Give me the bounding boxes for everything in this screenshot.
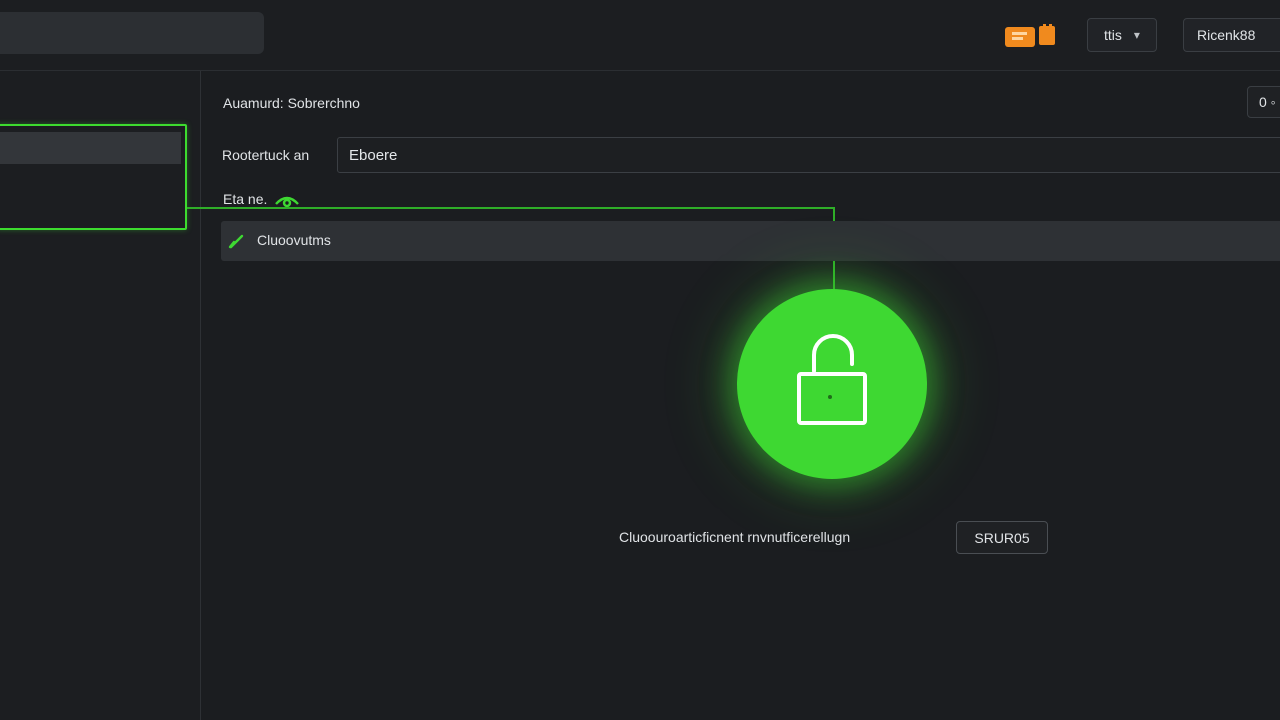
connector-line-horizontal: [187, 207, 835, 209]
account-label: Ricenk88: [1197, 27, 1256, 43]
top-bar: ttis ▾ Ricenk88: [0, 0, 1280, 71]
field-label: Rootertuck an: [222, 147, 310, 163]
account-button[interactable]: Ricenk88: [1183, 18, 1280, 52]
status-label: Eta ne.: [223, 191, 268, 207]
language-selector[interactable]: ttis ▾: [1087, 18, 1157, 52]
app-window: ttis ▾ Ricenk88 Auamurd: Sobrerchno 0 ◦ …: [0, 0, 1280, 720]
text-field[interactable]: [337, 137, 1280, 173]
top-search-bar[interactable]: [0, 12, 264, 54]
page-heading: Auamurd: Sobrerchno: [223, 95, 360, 111]
status-row-text: Cluoovutms: [257, 232, 331, 248]
status-row[interactable]: Cluoovutms: [221, 221, 1280, 261]
orange-app-icon[interactable]: [1005, 24, 1057, 48]
unlock-icon: [797, 334, 867, 425]
language-label: ttis: [1104, 27, 1122, 43]
status-message: Cluoouroarticficnent rnvnutficerellugn: [619, 529, 851, 545]
sidebar-item-highlight[interactable]: [0, 132, 181, 164]
unlock-badge: [737, 289, 927, 479]
corner-button[interactable]: 0 ◦: [1247, 86, 1280, 118]
chevron-down-icon: ▾: [1133, 28, 1140, 42]
check-icon: [228, 234, 244, 249]
sidebar-selected-item[interactable]: [0, 124, 187, 230]
status-button[interactable]: SRUR05: [956, 521, 1048, 554]
